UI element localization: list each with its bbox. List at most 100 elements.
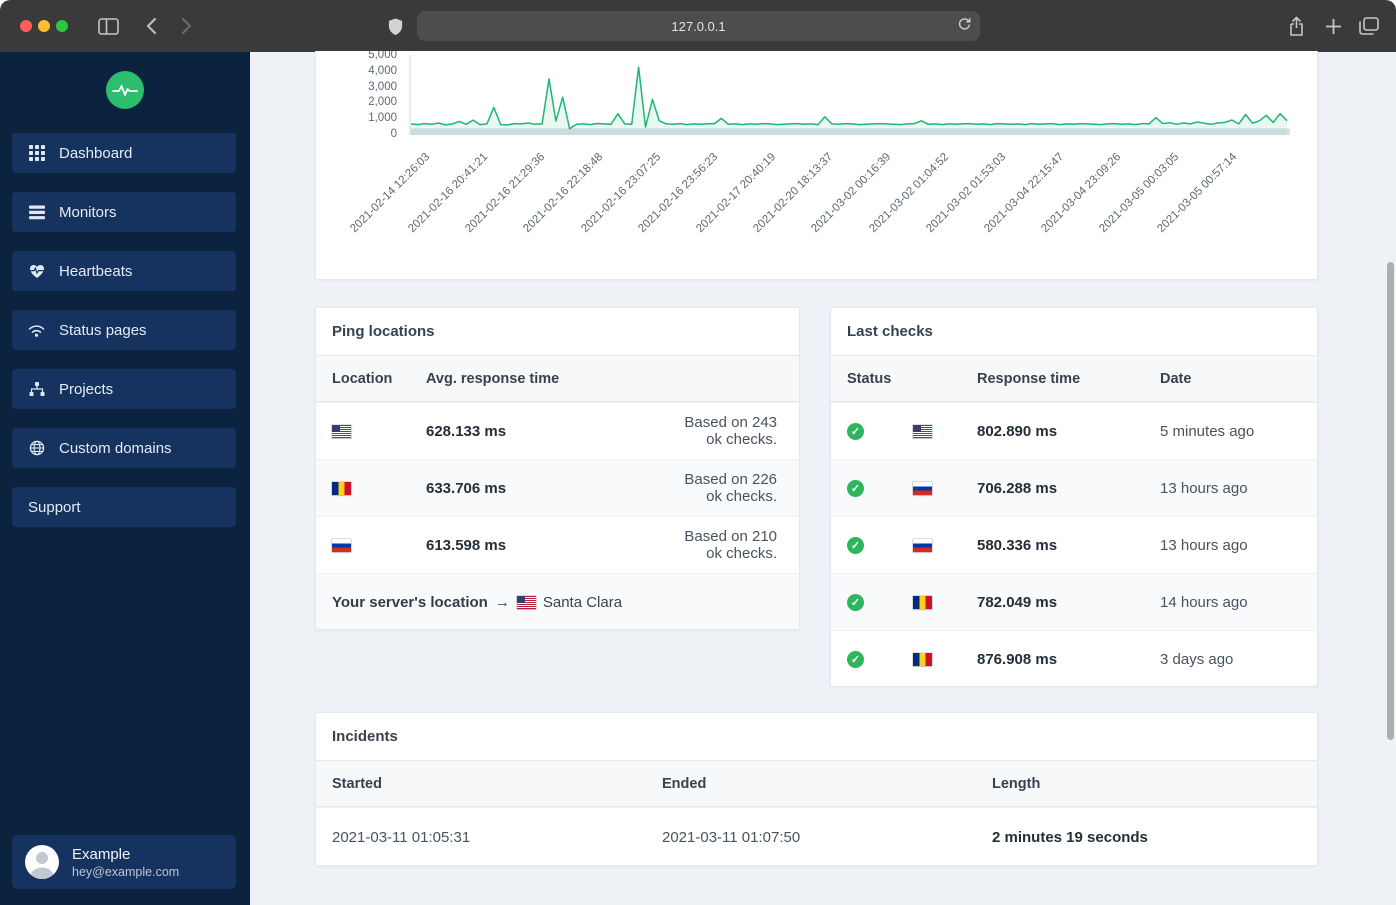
arrow-right-icon: → (494, 593, 510, 611)
flag-ro-icon (913, 595, 932, 609)
privacy-report-button[interactable] (382, 15, 408, 39)
sidebar-item-heartbeats[interactable]: Heartbeats (12, 251, 236, 291)
browser-toolbar: 127.0.0.1 (0, 0, 1396, 52)
list-icon (28, 204, 45, 221)
table-header: Started Ended Length (316, 761, 1317, 807)
back-button[interactable] (138, 14, 164, 38)
sidebar-item-custom-domains[interactable]: Custom domains (12, 428, 236, 468)
sidebar: Dashboard Monitors Heartbeats Status pag… (0, 52, 250, 905)
flag-ro-icon (913, 652, 932, 666)
sidebar-item-projects[interactable]: Projects (12, 369, 236, 409)
column-header: Location (332, 370, 393, 387)
chart-plot: 2021-02-14 12:26:03 2021-02-16 20:41:21 20… (348, 51, 1291, 279)
incident-started: 2021-03-11 01:05:31 (332, 828, 471, 846)
flag-us-icon (913, 424, 932, 438)
heart-pulse-icon (28, 263, 45, 280)
table-row: 633.706 ms Based on 226 ok checks. (316, 459, 799, 516)
close-window-button[interactable] (20, 20, 32, 32)
check-date: 13 hours ago (1160, 479, 1248, 497)
app-logo[interactable] (106, 71, 144, 109)
column-header: Started (332, 775, 382, 792)
check-date: 3 days ago (1160, 650, 1234, 668)
server-city: Santa Clara (542, 593, 623, 611)
check-circle-icon: ✓ (847, 479, 864, 497)
y-tick-label: 4,000 (368, 64, 397, 77)
table-row: ✓ 782.049 ms 14 hours ago (831, 573, 1317, 630)
sidebar-item-label: Heartbeats (59, 262, 133, 280)
user-name: Example (72, 845, 131, 863)
reload-icon (958, 18, 971, 30)
app-root: Dashboard Monitors Heartbeats Status pag… (0, 51, 1396, 905)
sidebar-toggle-button[interactable] (95, 14, 121, 38)
column-header: Status (847, 370, 892, 387)
response-time: 876.908 ms (977, 650, 1058, 668)
grid-icon (28, 145, 45, 162)
flag-ru-icon (332, 538, 351, 552)
flag-us-icon (516, 595, 536, 609)
sidebar-item-label: Custom domains (59, 439, 172, 457)
sidebar-item-label: Dashboard (59, 144, 133, 162)
check-circle-icon: ✓ (847, 650, 864, 668)
server-location-label: Your server's location (332, 593, 488, 611)
y-tick-label: 5,000 (368, 51, 397, 61)
sidebar-nav: Dashboard Monitors Heartbeats Status pag… (12, 133, 236, 546)
reload-button[interactable] (957, 16, 972, 37)
tabs-overview-icon (1359, 17, 1379, 35)
table-header: Status Response time Date (831, 356, 1317, 402)
sidebar-item-label: Monitors (59, 203, 117, 221)
response-time: 802.890 ms (977, 422, 1058, 440)
y-tick-label: 0 (390, 128, 397, 140)
avg-response-time: 628.133 ms (426, 422, 507, 440)
avatar-person-icon (30, 852, 54, 879)
check-date: 14 hours ago (1160, 593, 1248, 611)
last-checks-card: Last checks Status Response time Date ✓ … (830, 307, 1318, 687)
incident-ended: 2021-03-11 01:07:50 (662, 828, 801, 846)
y-tick-label: 1,000 (368, 112, 397, 125)
table-row: 613.598 ms Based on 210 ok checks. (316, 516, 799, 573)
sidebar-toggle-icon (97, 17, 119, 35)
check-date: 13 hours ago (1160, 536, 1248, 554)
minimize-window-button[interactable] (38, 20, 50, 32)
main-content: 0 1,000 2,000 3,000 4,000 5,000 2021-02-14 12… (250, 51, 1396, 905)
sidebar-item-status-pages[interactable]: Status pages (12, 310, 236, 350)
address-bar[interactable]: 127.0.0.1 (417, 11, 980, 41)
check-circle-icon: ✓ (847, 536, 864, 554)
new-tab-icon (1325, 18, 1341, 34)
sidebar-item-dashboard[interactable]: Dashboard (12, 133, 236, 173)
y-tick-label: 3,000 (368, 80, 397, 93)
chart-y-axis: 0 1,000 2,000 3,000 4,000 5,000 (316, 51, 409, 143)
card-title: Ping locations (316, 308, 799, 356)
table-row: ✓ 580.336 ms 13 hours ago (831, 516, 1317, 573)
tabs-overview-button[interactable] (1356, 14, 1382, 38)
flag-ru-icon (913, 538, 932, 552)
share-icon (1289, 16, 1303, 36)
flag-ro-icon (332, 481, 351, 495)
card-title: Last checks (831, 308, 1317, 356)
table-row: 628.133 ms Based on 243 ok checks. (316, 402, 799, 459)
column-header: Length (992, 775, 1041, 792)
table-row: 2021-03-11 01:05:31 2021-03-11 01:07:50 … (316, 807, 1317, 865)
avg-response-time: 613.598 ms (426, 536, 507, 554)
user-menu[interactable]: Example hey@example.com (12, 835, 236, 889)
card-title: Incidents (316, 713, 1317, 761)
check-circle-icon: ✓ (847, 422, 864, 440)
user-email: hey@example.com (72, 864, 180, 879)
response-time-chart-card: 0 1,000 2,000 3,000 4,000 5,000 2021-02-14 12… (315, 51, 1318, 280)
ping-locations-card: Ping locations Location Avg. response ti… (315, 307, 800, 630)
response-time: 580.336 ms (977, 536, 1058, 554)
forward-button[interactable] (174, 14, 200, 38)
sidebar-item-label: Status pages (59, 321, 147, 339)
wifi-icon (28, 322, 45, 339)
pulse-icon (112, 85, 138, 96)
scrollbar-thumb[interactable] (1387, 262, 1394, 740)
response-time: 782.049 ms (977, 593, 1058, 611)
sidebar-item-monitors[interactable]: Monitors (12, 192, 236, 232)
avatar (25, 845, 59, 879)
sidebar-item-support[interactable]: Support (12, 487, 236, 527)
share-button[interactable] (1283, 14, 1309, 38)
incident-length: 2 minutes 19 seconds (992, 828, 1148, 846)
new-tab-button[interactable] (1320, 14, 1346, 38)
zoom-window-button[interactable] (56, 20, 68, 32)
column-header: Avg. response time (426, 370, 560, 387)
checks-note: Based on 243 ok checks. (684, 414, 777, 448)
